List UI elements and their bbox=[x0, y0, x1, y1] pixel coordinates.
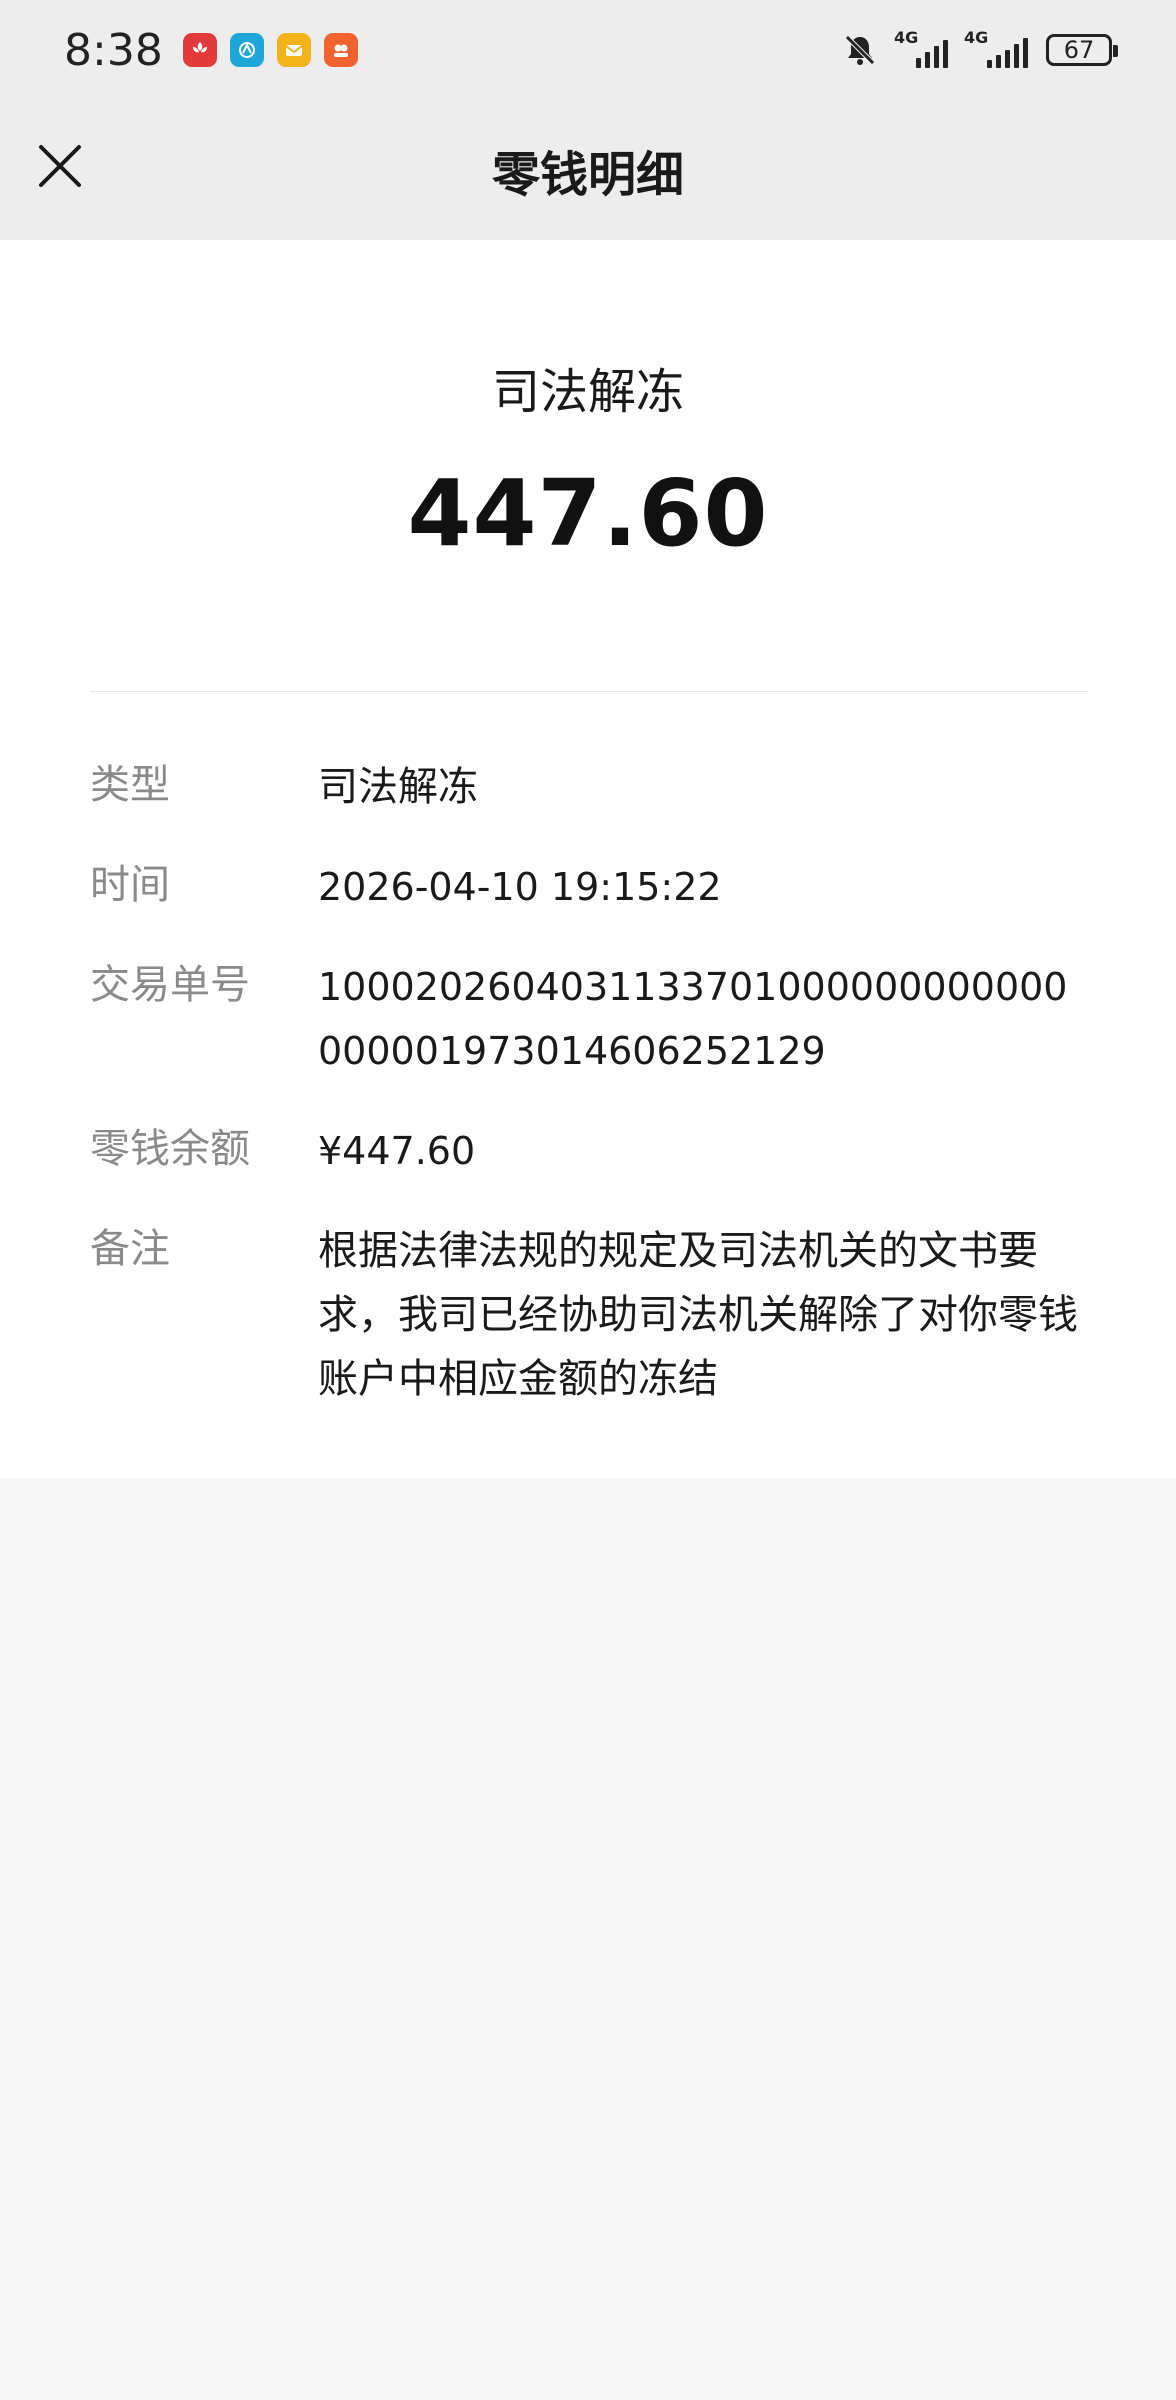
detail-row-balance: 零钱余额 ¥447.60 bbox=[90, 1119, 1090, 1183]
status-time: 8:38 bbox=[64, 24, 163, 76]
detail-row-type: 类型 司法解冻 bbox=[90, 755, 1090, 819]
page-title: 零钱明细 bbox=[491, 149, 684, 202]
transaction-amount: 447.60 bbox=[407, 460, 769, 567]
close-button[interactable] bbox=[30, 136, 90, 196]
detail-value: ¥447.60 bbox=[318, 1129, 476, 1173]
detail-label: 备注 bbox=[90, 1227, 170, 1271]
app-icon bbox=[323, 33, 358, 67]
notification-app-icons bbox=[182, 33, 358, 67]
detail-row-time: 时间 2026-04-10 19:15:22 bbox=[90, 855, 1090, 919]
transaction-card: 司法解冻 447.60 类型 司法解冻 时间 2026-04-10 19:15:… bbox=[0, 240, 1176, 1478]
close-icon bbox=[39, 145, 81, 187]
divider bbox=[90, 691, 1088, 692]
huawei-icon bbox=[182, 33, 217, 67]
detail-label: 零钱余额 bbox=[90, 1127, 250, 1171]
detail-row-remark: 备注 根据法律法规的规定及司法机关的文书要求，我司已经协助司法机关解除了对你零钱… bbox=[90, 1219, 1090, 1411]
detail-label: 时间 bbox=[90, 863, 170, 907]
transaction-type-heading: 司法解冻 bbox=[491, 366, 684, 419]
detail-label: 交易单号 bbox=[90, 963, 250, 1007]
browser-icon bbox=[229, 33, 264, 67]
detail-list: 类型 司法解冻 时间 2026-04-10 19:15:22 交易单号 1000… bbox=[90, 755, 1090, 1447]
network-type-2: 4G bbox=[964, 28, 989, 47]
detail-value: 2026-04-10 19:15:22 bbox=[318, 865, 722, 909]
detail-value[interactable]: 1000202604031133701000000000000000001973… bbox=[318, 955, 1090, 1083]
detail-value: 根据法律法规的规定及司法机关的文书要求，我司已经协助司法机关解除了对你零钱账户中… bbox=[318, 1229, 1078, 1401]
bell-off-icon bbox=[845, 35, 875, 65]
nav-bar: 零钱明细 bbox=[0, 100, 1176, 240]
network-type-1: 4G bbox=[894, 28, 919, 47]
detail-row-transaction-id: 交易单号 10002026040311337010000000000000000… bbox=[90, 955, 1090, 1083]
detail-label: 类型 bbox=[90, 763, 170, 807]
battery-icon: 67 bbox=[1046, 34, 1118, 66]
signal-icon-2: 4G bbox=[964, 28, 1028, 68]
mail-icon bbox=[276, 33, 311, 67]
battery-level: 67 bbox=[1063, 36, 1095, 64]
signal-icon-1: 4G bbox=[894, 28, 948, 68]
detail-value: 司法解冻 bbox=[318, 765, 478, 809]
page: 8:38 4G 4G 67 零钱明细 司法解冻 447.60 类型 司法解冻 时… bbox=[0, 0, 1176, 2400]
status-right: 4G 4G 67 bbox=[842, 28, 1118, 68]
status-bar: 8:38 4G 4G 67 bbox=[0, 0, 1176, 100]
